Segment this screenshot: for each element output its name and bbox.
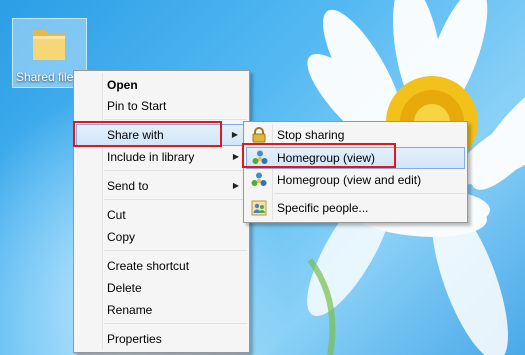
- submenu-arrow-icon: ▶: [231, 130, 238, 139]
- menu-item-create-shortcut[interactable]: Create shortcut: [76, 256, 247, 276]
- submenu-arrow-icon: ▶: [232, 152, 239, 161]
- people-icon: [251, 200, 267, 216]
- menu-separator: [274, 193, 465, 194]
- menu-item-label: Open: [107, 78, 138, 92]
- homegroup-icon: [251, 172, 267, 186]
- menu-item-open[interactable]: Open: [76, 75, 247, 95]
- menu-item-rename[interactable]: Rename: [76, 300, 247, 320]
- menu-separator: [104, 250, 247, 251]
- menu-item-delete[interactable]: Delete: [76, 278, 247, 298]
- menu-item-send-to[interactable]: Send to ▶: [76, 176, 247, 196]
- menu-item-label: Delete: [107, 281, 142, 295]
- menu-item-label: Cut: [107, 208, 126, 222]
- menu-item-label: Send to: [107, 179, 149, 193]
- submenu-arrow-icon: ▶: [232, 181, 239, 190]
- menu-item-label: Create shortcut: [107, 259, 190, 273]
- lock-icon: [252, 127, 266, 143]
- menu-item-properties[interactable]: Properties: [76, 329, 247, 349]
- menu-item-homegroup-view-and-edit[interactable]: Homegroup (view and edit): [246, 170, 465, 190]
- highlight-box-share-with: [73, 121, 222, 147]
- menu-separator: [104, 170, 247, 171]
- menu-separator: [104, 323, 247, 324]
- menu-item-label: Include in library: [107, 150, 195, 164]
- menu-item-copy[interactable]: Copy: [76, 227, 247, 247]
- menu-item-label: Stop sharing: [277, 128, 345, 142]
- menu-item-label: Properties: [107, 332, 162, 346]
- share-with-submenu: Stop sharing Homegroup (view) Homegroup …: [243, 121, 468, 223]
- menu-item-label: Homegroup (view and edit): [277, 173, 422, 187]
- menu-item-cut[interactable]: Cut: [76, 205, 247, 225]
- menu-separator: [104, 119, 247, 120]
- menu-item-label: Rename: [107, 303, 153, 317]
- menu-item-pin-to-start[interactable]: Pin to Start: [76, 96, 247, 116]
- menu-item-label: Copy: [107, 230, 136, 244]
- menu-item-label: Specific people...: [277, 201, 369, 215]
- menu-item-label: Pin to Start: [107, 99, 167, 113]
- menu-separator: [104, 199, 247, 200]
- context-menu: Open Pin to Start Share with ▶ Include i…: [73, 70, 250, 353]
- menu-item-stop-sharing[interactable]: Stop sharing: [246, 125, 465, 145]
- folder-icon: [33, 30, 65, 60]
- menu-item-include-in-library[interactable]: Include in library ▶: [76, 147, 247, 167]
- menu-item-specific-people[interactable]: Specific people...: [246, 198, 465, 218]
- highlight-box-homegroup-view: [242, 143, 396, 168]
